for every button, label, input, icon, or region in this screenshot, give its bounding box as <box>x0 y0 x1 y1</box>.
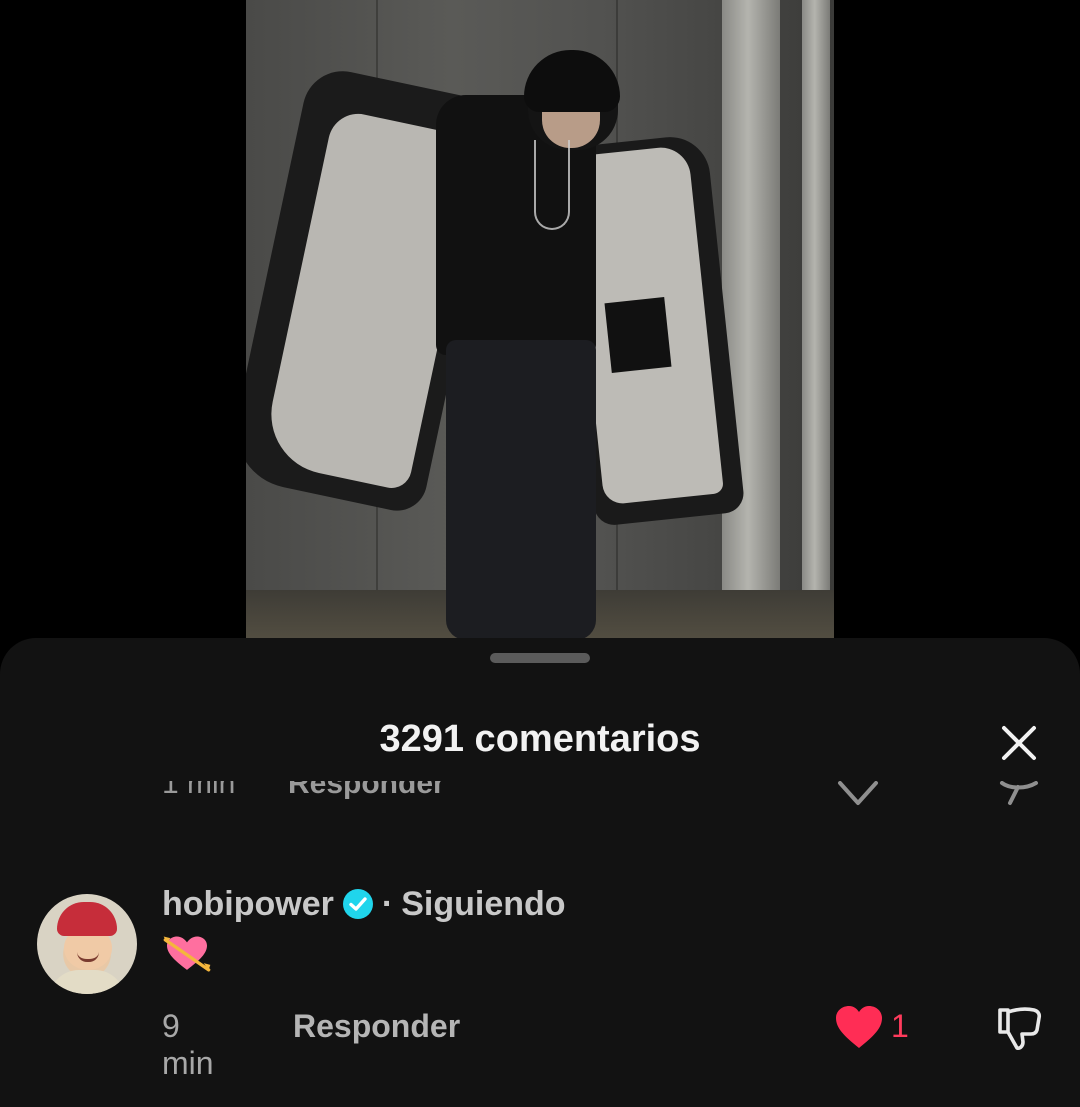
comments-count-title: 3291 comentarios <box>379 718 701 760</box>
previous-comment-actions: 1 min Responder <box>0 781 1080 821</box>
heart-filled-icon[interactable] <box>834 1004 884 1050</box>
like-count: 1 <box>891 1008 909 1044</box>
verified-badge-icon <box>342 889 373 919</box>
comments-sheet: 3291 comentarios 1 min Responder hobipow… <box>0 638 1080 1107</box>
following-label: Siguiendo <box>401 884 566 923</box>
reply-button[interactable]: Responder <box>288 781 445 801</box>
sheet-drag-handle[interactable] <box>490 653 590 663</box>
thumbs-down-icon[interactable] <box>996 781 1042 821</box>
comment-header: hobipower · Siguiendo <box>162 882 566 926</box>
avatar[interactable] <box>37 894 137 994</box>
separator-dot: · <box>381 884 394 923</box>
close-icon <box>1002 726 1036 760</box>
comment-time: 9 min <box>162 1008 214 1081</box>
reply-button[interactable]: Responder <box>293 1008 460 1045</box>
pipe <box>802 0 830 660</box>
comment-time: 1 min <box>162 781 236 800</box>
heart-outline-icon[interactable] <box>836 781 880 821</box>
video-player[interactable] <box>0 0 1080 660</box>
video-frame <box>246 0 834 660</box>
necklace <box>534 140 570 230</box>
pipe <box>722 0 780 660</box>
comment-text <box>162 932 222 982</box>
thumbs-down-icon[interactable] <box>994 1002 1044 1052</box>
close-button[interactable] <box>996 720 1042 766</box>
comment-username[interactable]: hobipower <box>162 885 334 924</box>
heart-with-arrow-icon <box>163 936 211 972</box>
